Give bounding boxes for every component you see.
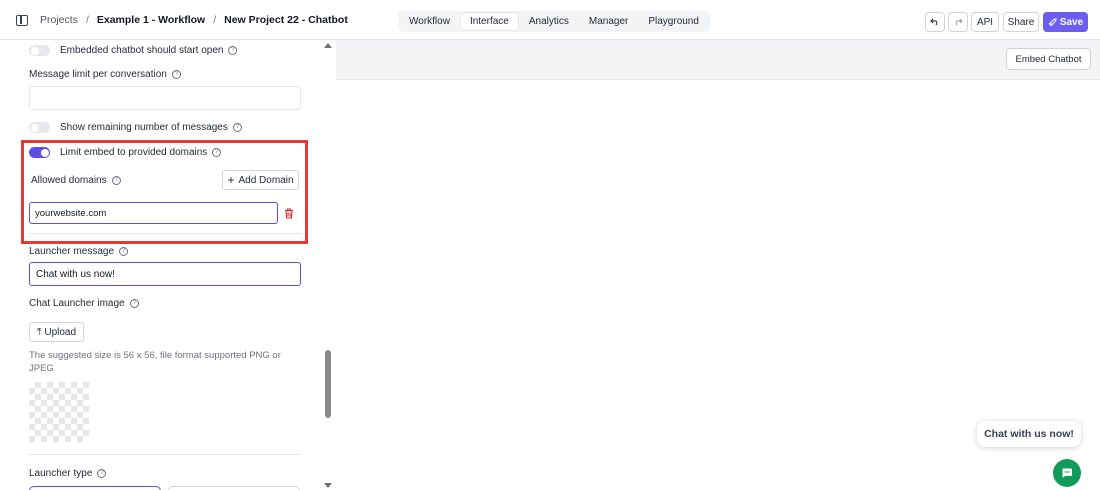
upload-hint: The suggested size is 56 x 56, file form…: [29, 350, 281, 374]
upload-button[interactable]: ⤒ Upload: [29, 322, 84, 342]
limit-domains-label: Limit embed to provided domains: [60, 147, 208, 158]
allowed-domains-header: Allowed domains ?: [31, 175, 121, 186]
embedded-start-open-toggle[interactable]: [29, 45, 50, 56]
limit-domains-toggle[interactable]: [29, 147, 50, 158]
embedded-start-open-label: Embedded chatbot should start open: [60, 45, 224, 56]
redo-icon: [955, 18, 963, 26]
chat-icon: [1062, 468, 1072, 478]
trash-icon[interactable]: [284, 208, 294, 219]
setting-embedded-start-open: Embedded chatbot should start open ?: [29, 45, 238, 56]
setting-launcher-image: Chat Launcher image ?: [29, 298, 139, 309]
launcher-image-preview: [29, 382, 89, 442]
sidebar-toggle-icon[interactable]: [16, 15, 28, 26]
breadcrumb: Projects / Example 1 - Workflow / New Pr…: [40, 0, 348, 40]
scroll-thumb[interactable]: [325, 350, 331, 418]
plus-icon: +: [227, 173, 235, 187]
show-remaining-label: Show remaining number of messages: [60, 122, 228, 133]
help-icon[interactable]: ?: [111, 176, 121, 185]
divider: [29, 233, 301, 234]
preview-toolbar: [336, 40, 1100, 80]
launcher-type-label: Launcher type: [29, 468, 93, 479]
launcher-message-label: Launcher message: [29, 246, 115, 257]
upload-label: Upload: [44, 326, 77, 338]
setting-launcher-message: Launcher message ?: [29, 246, 129, 257]
scroll-up-arrow-icon[interactable]: [324, 43, 332, 48]
help-icon[interactable]: ?: [171, 70, 181, 79]
add-domain-button[interactable]: + Add Domain: [222, 170, 299, 190]
help-icon[interactable]: ?: [129, 299, 139, 308]
launcher-message-bubble[interactable]: Chat with us now!: [977, 421, 1081, 447]
save-label: Save: [1059, 16, 1084, 28]
settings-scrollbar[interactable]: [321, 40, 335, 490]
upload-icon: ⤒: [36, 326, 42, 338]
top-bar: Projects / Example 1 - Workflow / New Pr…: [0, 0, 1100, 40]
save-button[interactable]: Save: [1043, 12, 1088, 32]
settings-panel: Embedded chatbot should start open ? Mes…: [0, 40, 335, 490]
undo-button[interactable]: [925, 12, 945, 32]
breadcrumb-separator: /: [213, 14, 217, 26]
tab-workflow[interactable]: Workflow: [400, 13, 459, 30]
domain-input[interactable]: yourwebsite.com: [29, 202, 278, 224]
message-limit-label: Message limit per conversation: [29, 69, 167, 80]
setting-show-remaining: Show remaining number of messages ?: [29, 122, 242, 133]
help-icon[interactable]: ?: [212, 148, 222, 157]
tab-analytics[interactable]: Analytics: [520, 13, 578, 30]
launcher-image-label: Chat Launcher image: [29, 298, 125, 309]
scroll-down-arrow-icon[interactable]: [324, 483, 332, 488]
chat-launcher-button[interactable]: [1053, 459, 1081, 487]
tab-interface[interactable]: Interface: [460, 13, 518, 30]
launcher-type-option[interactable]: [168, 486, 300, 490]
rocket-icon: [1048, 17, 1057, 26]
breadcrumb-separator: /: [85, 14, 89, 26]
undo-icon: [930, 18, 938, 26]
show-remaining-toggle[interactable]: [29, 122, 50, 133]
tab-playground[interactable]: Playground: [639, 13, 708, 30]
redo-button[interactable]: [948, 12, 968, 32]
setting-limit-domains: Limit embed to provided domains ?: [29, 147, 222, 158]
main-tabs: Workflow Interface Analytics Manager Pla…: [398, 11, 710, 32]
breadcrumb-workflow[interactable]: Example 1 - Workflow: [97, 14, 205, 26]
help-icon[interactable]: ?: [97, 469, 107, 478]
divider: [29, 454, 301, 455]
help-icon[interactable]: ?: [119, 247, 129, 256]
message-limit-input[interactable]: [29, 86, 301, 110]
help-icon[interactable]: ?: [228, 46, 238, 55]
share-button[interactable]: Share: [1003, 12, 1039, 32]
api-button[interactable]: API: [971, 12, 999, 32]
embed-chatbot-button[interactable]: Embed Chatbot: [1006, 48, 1091, 70]
setting-launcher-type: Launcher type ?: [29, 468, 107, 479]
setting-message-limit: Message limit per conversation ?: [29, 69, 181, 80]
allowed-domains-label: Allowed domains: [31, 175, 107, 186]
breadcrumb-project[interactable]: New Project 22 - Chatbot: [224, 14, 348, 26]
tab-manager[interactable]: Manager: [580, 13, 637, 30]
launcher-message-input[interactable]: Chat with us now!: [29, 262, 301, 286]
add-domain-label: Add Domain: [238, 174, 294, 186]
breadcrumb-projects[interactable]: Projects: [40, 14, 78, 26]
launcher-type-option[interactable]: [29, 486, 161, 490]
help-icon[interactable]: ?: [232, 123, 242, 132]
